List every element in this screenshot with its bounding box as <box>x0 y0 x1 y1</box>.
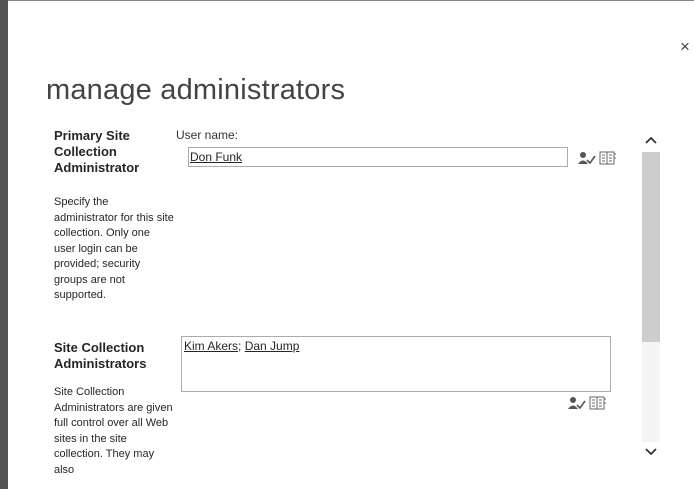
address-book-icon[interactable] <box>589 396 607 410</box>
site-admins-picker-icons <box>568 396 607 410</box>
close-icon: × <box>680 37 690 56</box>
resolved-user[interactable]: Dan Jump <box>245 339 300 353</box>
scroll-down-button[interactable] <box>642 444 660 464</box>
scroll-thumb[interactable] <box>642 152 660 342</box>
site-admins-description: Site Collection Administrators are given… <box>54 386 173 476</box>
user-name-label: User name: <box>176 128 239 142</box>
site-admins-people-picker[interactable]: Kim Akers; Dan Jump <box>181 336 611 392</box>
site-admins-heading: Site Collection Administrators <box>54 340 147 371</box>
close-button[interactable]: × <box>677 38 693 56</box>
primary-admin-picker-icons <box>578 151 617 165</box>
manage-administrators-dialog: × manage administrators Primary Site Col… <box>0 0 694 489</box>
address-book-icon[interactable] <box>599 151 617 165</box>
chevron-up-icon <box>645 136 657 144</box>
vertical-scrollbar[interactable] <box>642 122 660 472</box>
primary-admin-heading: Primary Site Collection Administrator <box>54 128 140 175</box>
left-edge-bar <box>0 0 8 489</box>
scroll-track[interactable] <box>642 152 660 442</box>
primary-admin-description: Specify the administrator for this site … <box>54 196 174 301</box>
primary-admin-people-picker[interactable]: Don Funk <box>188 147 568 167</box>
resolved-user[interactable]: Don Funk <box>190 150 242 164</box>
resolved-user[interactable]: Kim Akers <box>184 339 238 353</box>
dialog-title: manage administrators <box>46 74 346 106</box>
check-names-icon[interactable] <box>568 396 586 410</box>
dialog-content: Primary Site Collection Administrator Sp… <box>46 122 642 489</box>
user-separator: ; <box>238 339 245 353</box>
check-names-icon[interactable] <box>578 151 596 165</box>
scroll-up-button[interactable] <box>642 132 660 152</box>
top-border-line <box>8 0 694 1</box>
chevron-down-icon <box>645 448 657 456</box>
